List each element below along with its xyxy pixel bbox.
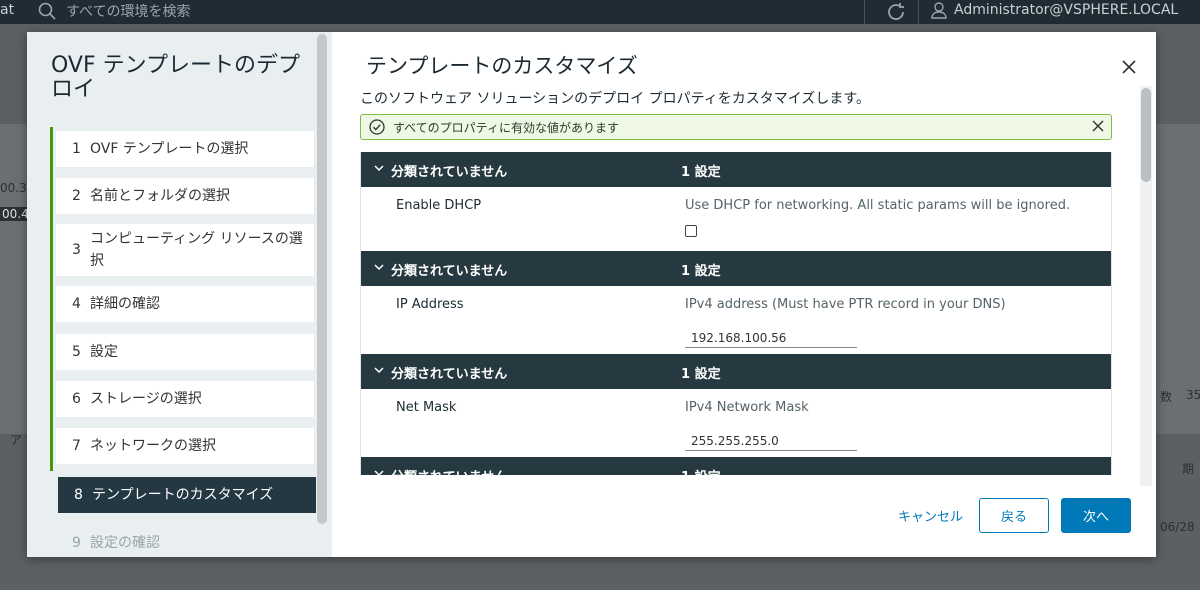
app-brand: at <box>0 2 15 18</box>
step-label: コンピューティング リソースの選択 <box>90 231 303 269</box>
properties-grid[interactable]: 分類されていません 1 設定 Enable DHCP Use DHCP for … <box>360 152 1112 475</box>
group-name: 分類されていません <box>391 367 508 382</box>
property-row: Net Mask IPv4 Network Mask <box>361 389 1111 457</box>
wizard-step-8[interactable]: 8 テンプレートのカスタマイズ <box>58 477 316 513</box>
wizard-step-2[interactable]: 2 名前とフォルダの選択 <box>56 178 314 214</box>
property-name: Net Mask <box>396 400 457 415</box>
step-label: 詳細の確認 <box>90 296 160 312</box>
group-header[interactable]: 分類されていません 1 設定 <box>361 152 1111 187</box>
step-number: 9 <box>72 535 81 551</box>
bg-label: 00.3 <box>0 181 27 195</box>
close-icon[interactable] <box>1091 119 1105 133</box>
back-button[interactable]: 戻る <box>979 498 1049 533</box>
step-number: 2 <box>72 188 81 204</box>
header-divider <box>918 0 919 24</box>
step-number: 4 <box>72 296 81 312</box>
group-name: 分類されていません <box>391 165 508 180</box>
group-count: 1 設定 <box>681 264 721 279</box>
page-subtitle: このソフトウェア ソリューションのデプロイ プロパティをカスタマイズします。 <box>360 91 870 107</box>
success-alert: すべてのプロパティに有効な値があります <box>360 114 1112 140</box>
deploy-ovf-dialog: OVF テンプレートのデプロイ 1 OVF テンプレートの選択 2 名前とフォル… <box>27 32 1156 557</box>
group-name: 分類されていません <box>391 466 507 475</box>
step-number: 5 <box>72 344 81 360</box>
scrollbar-thumb[interactable] <box>1141 88 1151 182</box>
bg-label: ア <box>10 433 23 447</box>
bg-panel <box>0 124 27 434</box>
search-placeholder: すべての環境を検索 <box>66 4 191 20</box>
step-number: 3 <box>72 242 81 258</box>
wizard-title: OVF テンプレートのデプロイ <box>51 53 300 102</box>
step-label: テンプレートのカスタマイズ <box>92 487 274 503</box>
wizard-nav: OVF テンプレートのデプロイ 1 OVF テンプレートの選択 2 名前とフォル… <box>27 32 332 557</box>
property-desc: IPv4 address (Must have PTR record in yo… <box>685 297 1006 312</box>
chevron-down-icon <box>374 264 384 271</box>
wizard-step-7[interactable]: 7 ネットワークの選択 <box>56 428 314 464</box>
cancel-button[interactable]: キャンセル <box>898 506 963 525</box>
property-row: IP Address IPv4 address (Must have PTR r… <box>361 286 1111 354</box>
user-menu[interactable]: Administrator@VSPHERE.LOCAL <box>930 1 1178 19</box>
group-header[interactable]: 分類されていません 1 設定 <box>361 251 1111 286</box>
alert-text: すべてのプロパティに有効な値があります <box>393 120 619 135</box>
ip-address-input[interactable] <box>685 328 857 348</box>
page-title: テンプレートのカスタマイズ <box>366 54 638 78</box>
content-scrollbar[interactable] <box>1140 86 1152 486</box>
wizard-content: テンプレートのカスタマイズ このソフトウェア ソリューションのデプロイ プロパテ… <box>332 32 1156 557</box>
step-label: ストレージの選択 <box>90 391 202 407</box>
user-name: Administrator@VSPHERE.LOCAL <box>954 2 1179 18</box>
group-name: 分類されていません <box>391 264 508 279</box>
bg-label: 数 <box>1160 390 1173 404</box>
step-label: 名前とフォルダの選択 <box>90 188 230 204</box>
property-name: Enable DHCP <box>396 198 482 213</box>
step-label: 設定の確認 <box>90 535 160 551</box>
chevron-down-icon <box>374 367 384 374</box>
step-number: 7 <box>72 438 81 454</box>
step-number: 8 <box>74 487 83 503</box>
group-count: 1 設定 <box>681 367 721 382</box>
step-label: ネットワークの選択 <box>90 438 216 454</box>
enable-dhcp-checkbox[interactable] <box>685 225 697 237</box>
property-desc: Use DHCP for networking. All static para… <box>685 198 1071 213</box>
bg-label: 06/28 <box>1160 520 1195 534</box>
chevron-down-icon <box>374 470 384 475</box>
user-icon <box>931 2 947 19</box>
step-number: 6 <box>72 391 81 407</box>
group-header[interactable]: 分類されていません 1 設定 <box>361 457 1111 475</box>
next-button[interactable]: 次へ <box>1061 498 1131 533</box>
progress-bar <box>50 127 53 471</box>
wizard-step-1[interactable]: 1 OVF テンプレートの選択 <box>56 131 314 167</box>
property-row: Enable DHCP Use DHCP for networking. All… <box>361 187 1111 251</box>
check-circle-icon <box>369 119 385 135</box>
step-label: 設定 <box>90 344 118 360</box>
step-label: OVF テンプレートの選択 <box>90 141 249 157</box>
bg-label: 35 <box>1186 388 1200 402</box>
wizard-step-5[interactable]: 5 設定 <box>56 334 314 370</box>
wizard-step-3[interactable]: 3 コンピューティング リソースの選択 <box>56 224 314 276</box>
chevron-down-icon <box>374 165 384 172</box>
step-number: 1 <box>72 141 81 157</box>
global-search[interactable]: すべての環境を検索 <box>38 1 190 21</box>
wizard-step-6[interactable]: 6 ストレージの選択 <box>56 381 314 417</box>
group-count: 1 設定 <box>681 466 721 475</box>
wizard-step-4[interactable]: 4 詳細の確認 <box>56 286 314 322</box>
close-icon[interactable] <box>1120 58 1138 76</box>
app-header: at すべての環境を検索 Administrator@VSPHERE.LOCAL <box>0 0 1200 24</box>
property-desc: IPv4 Network Mask <box>685 400 809 415</box>
wizard-step-9: 9 設定の確認 <box>56 525 314 557</box>
net-mask-input[interactable] <box>685 431 857 451</box>
refresh-icon[interactable] <box>884 0 908 24</box>
group-count: 1 設定 <box>681 165 721 180</box>
property-name: IP Address <box>396 297 464 312</box>
nav-scrollbar[interactable] <box>317 34 327 524</box>
search-icon <box>38 2 56 20</box>
group-header[interactable]: 分類されていません 1 設定 <box>361 354 1111 389</box>
bg-label: 期 <box>1182 462 1195 476</box>
header-divider <box>864 0 865 24</box>
